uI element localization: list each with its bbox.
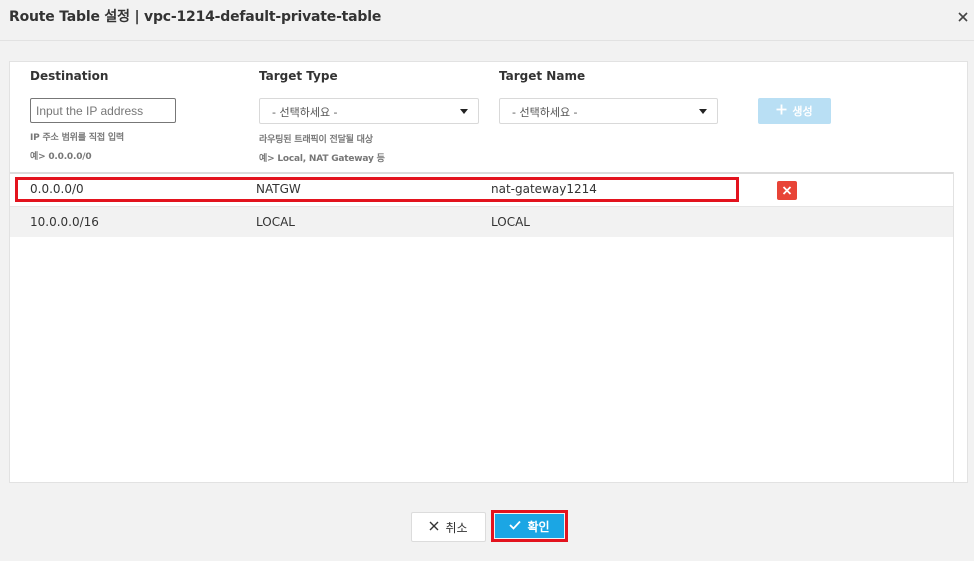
confirm-button[interactable]: 확인 [495,514,564,538]
vertical-scrollbar[interactable] [953,172,967,482]
target-type-select[interactable]: - 선택하세요 - [259,98,479,124]
caret-down-icon [460,109,468,114]
cancel-label: 취소 [445,520,468,535]
target-type-selected-value: - 선택하세요 - [272,106,338,119]
add-route-label: 생성 [792,105,813,118]
route-list: 0.0.0.0/0 NATGW nat-gateway1214 10.0.0.0… [10,172,953,484]
close-icon[interactable] [955,9,971,25]
column-header-target-type: Target Type [259,69,338,83]
cancel-button[interactable]: 취소 [411,512,486,542]
delete-route-button[interactable] [777,181,797,200]
route-target-type: LOCAL [256,215,295,229]
destination-help-text: IP 주소 범위를 직접 입력 [30,133,124,143]
delete-icon [782,186,792,195]
column-header-target-name: Target Name [499,69,586,83]
add-route-button[interactable]: 생성 [758,98,831,124]
row-highlight-frame [15,177,739,202]
route-table-panel: Destination Target Type Target Name IP 주… [9,61,968,483]
plus-icon [776,104,787,118]
column-header-destination: Destination [30,69,109,83]
cancel-x-icon [429,520,439,534]
check-icon [509,519,522,533]
caret-down-icon [699,109,707,114]
route-target-name: LOCAL [491,215,530,229]
route-destination: 10.0.0.0/16 [30,215,99,229]
destination-example-text: 예> 0.0.0.0/0 [30,152,92,162]
target-name-selected-value: - 선택하세요 - [512,106,578,119]
target-type-example-text: 예> Local, NAT Gateway 등 [259,154,385,164]
dialog-title: Route Table 설정 | vpc-1214-default-privat… [9,9,382,25]
table-row[interactable]: 10.0.0.0/16 LOCAL LOCAL [10,206,953,237]
destination-ip-input[interactable] [30,98,176,123]
target-name-select[interactable]: - 선택하세요 - [499,98,718,124]
dialog-header: Route Table 설정 | vpc-1214-default-privat… [0,0,974,41]
target-type-help-text: 라우팅된 트래픽이 전달될 대상 [259,135,373,145]
table-row[interactable]: 0.0.0.0/0 NATGW nat-gateway1214 [10,174,953,205]
confirm-label: 확인 [527,519,550,534]
